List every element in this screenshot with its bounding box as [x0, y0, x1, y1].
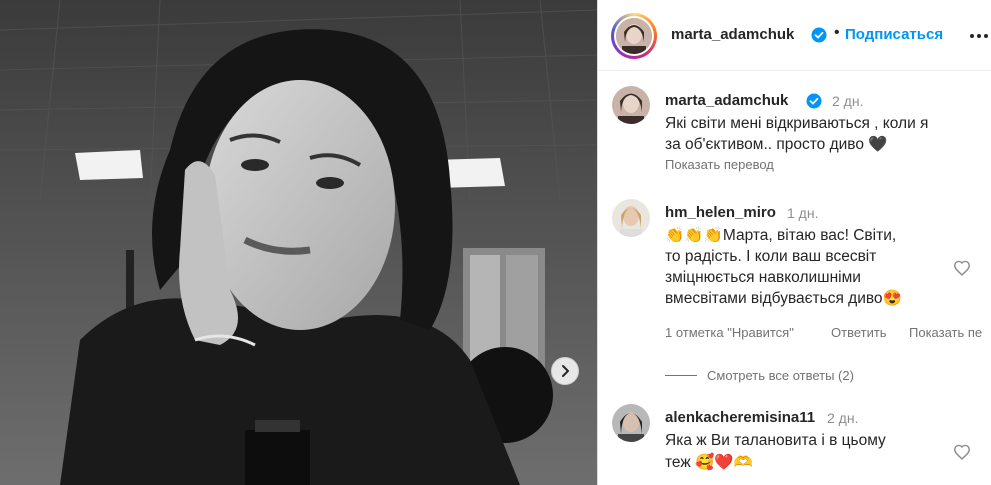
more-options-icon[interactable] — [969, 33, 989, 39]
caption-username[interactable]: marta_adamchuk — [665, 92, 788, 109]
comment-username[interactable]: alenkacheremisina11 — [665, 409, 815, 426]
avatar[interactable] — [612, 86, 650, 124]
reply-button[interactable]: Ответить — [831, 325, 887, 340]
comment-text-line: зміцнюється навколишніми — [665, 269, 861, 286]
follow-button[interactable]: Подписаться — [845, 26, 943, 43]
caption-text-line: Які світи мені відкриваються , коли я — [665, 115, 929, 132]
show-translation-link[interactable]: Показать перевод — [665, 157, 774, 172]
comment-time[interactable]: 1 дн. — [787, 205, 818, 221]
comment-text-line: теж 🥰❤️🫶 — [665, 454, 753, 471]
post-photo — [0, 0, 597, 485]
comment-username[interactable]: hm_helen_miro — [665, 204, 776, 221]
like-comment-heart-icon[interactable] — [953, 260, 971, 276]
avatar[interactable] — [612, 404, 650, 442]
comment-time[interactable]: 2 дн. — [827, 410, 858, 426]
view-replies-button[interactable]: Смотреть все ответы (2) — [707, 368, 854, 383]
ceiling-light — [75, 150, 143, 180]
post-header: marta_adamchuk • Подписаться — [598, 0, 991, 71]
header-username[interactable]: marta_adamchuk — [671, 26, 794, 43]
comment-text-line: то радість. І коли ваш всесвіт — [665, 248, 877, 265]
like-comment-heart-icon[interactable] — [953, 444, 971, 460]
story-ring[interactable] — [611, 13, 657, 59]
post-photo-image — [0, 0, 597, 485]
caption-time[interactable]: 2 дн. — [832, 93, 863, 109]
verified-badge-icon — [811, 27, 827, 43]
comment-text-line: 👏👏👏Марта, вітаю вас! Світи, — [665, 227, 897, 244]
comment-text-line: вмесвітами відбувається диво😍 — [665, 290, 902, 307]
comment-likes-count[interactable]: 1 отметка "Нравится" — [665, 325, 794, 340]
next-photo-button[interactable] — [551, 357, 579, 385]
chevron-right-icon — [562, 365, 569, 377]
avatar[interactable] — [612, 199, 650, 237]
post-details-panel: marta_adamchuk • Подписаться marta_adamc… — [597, 0, 991, 485]
verified-badge-icon — [806, 93, 822, 109]
avatar — [616, 18, 652, 54]
caption-text-line: за об'єктивом.. просто диво 🖤 — [665, 136, 888, 153]
replies-divider — [665, 375, 697, 376]
comment-text-line: Яка ж Ви талановита і в цьому — [665, 432, 886, 449]
show-translation-link[interactable]: Показать пе — [909, 325, 982, 340]
